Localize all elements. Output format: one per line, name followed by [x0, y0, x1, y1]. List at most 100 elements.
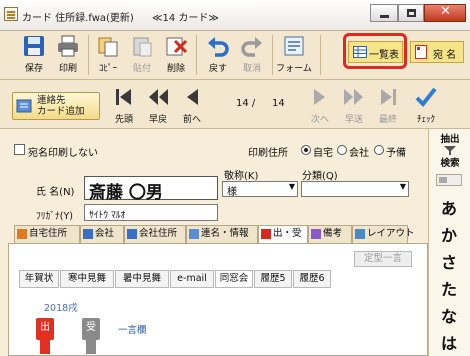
next-record-button[interactable]: 次へ [304, 84, 336, 128]
name-label: 氏 名(N) [36, 187, 75, 198]
index-kana-a[interactable]: あ [437, 195, 461, 219]
fast-back-button[interactable]: 早戻 [142, 84, 174, 128]
undo-button[interactable]: 戻す [202, 33, 234, 77]
app-icon [4, 7, 18, 21]
toolbar-separator [272, 35, 273, 75]
first-record-button[interactable]: 先頭 [108, 84, 140, 128]
redo-icon [241, 37, 262, 57]
template-message-button[interactable]: 定型一言 [354, 251, 412, 267]
index-kana-sa[interactable]: さ [437, 249, 461, 273]
skip-first-icon [116, 89, 131, 105]
index-kana-ha[interactable]: は [437, 330, 461, 354]
subtab-summer[interactable]: 暑中見舞 [115, 270, 169, 288]
message-field-label: 一言欄 [118, 325, 147, 336]
people-icon [189, 229, 199, 239]
layout-icon [355, 229, 365, 239]
year-label: 2018戌 [44, 303, 78, 314]
radio-company[interactable] [337, 145, 347, 155]
paste-button[interactable]: 貼付 [126, 33, 158, 77]
office-icon [127, 229, 137, 239]
radio-spare[interactable] [374, 145, 384, 155]
radio-home[interactable] [301, 145, 311, 155]
funnel-icon [444, 146, 456, 155]
copy-button[interactable]: ｺﾋﾟｰ [92, 33, 124, 77]
form-icon [284, 36, 304, 56]
subtab-history6[interactable]: 履歴6 [293, 270, 331, 288]
printer-icon [58, 35, 78, 57]
close-button[interactable]: ✕ [424, 4, 466, 22]
extract-button[interactable]: 抽出 検索 [434, 131, 466, 169]
play-forward-icon [314, 89, 325, 105]
maximize-button[interactable] [398, 4, 424, 22]
tab-company-address[interactable]: 会社住所 [124, 225, 186, 243]
home-icon [17, 229, 27, 239]
index-kana-na[interactable]: な [437, 303, 461, 327]
maximize-icon [407, 9, 416, 17]
radio-company-label: 会社 [349, 148, 369, 159]
toolbar-separator [320, 35, 321, 75]
add-contact-card-button[interactable]: 連絡先 カード追加 [12, 92, 100, 120]
add-contact-label: 連絡先 カード追加 [37, 95, 85, 117]
toolbar-separator [196, 35, 197, 75]
honorific-label: 敬称(K) [224, 171, 259, 182]
subtab-alumni[interactable]: 同窓会 [215, 270, 253, 288]
tab-home-address[interactable]: 自宅住所 [14, 225, 80, 243]
received-stamp-base [86, 340, 96, 354]
save-button[interactable]: 保存 [18, 33, 50, 77]
minimize-icon [380, 15, 389, 18]
index-kana-ka[interactable]: か [437, 222, 461, 246]
check-button[interactable]: ﾁｪｯｸ [410, 84, 442, 128]
category-select[interactable]: ▼ [301, 181, 409, 197]
index-kana-ta[interactable]: た [437, 276, 461, 300]
subtab-winter[interactable]: 寒中見舞 [60, 270, 114, 288]
chevron-down-icon: ▼ [288, 182, 295, 191]
record-total: 14 [272, 98, 285, 109]
window-title: カード 住所録.fwa(更新) [22, 13, 134, 24]
paste-icon [133, 37, 152, 57]
record-position: 14 / [236, 98, 256, 109]
print-button[interactable]: 印刷 [52, 33, 84, 77]
form-button[interactable]: フォーム [276, 33, 312, 77]
category-label: 分類(Q) [302, 171, 338, 182]
sent-stamp-button[interactable]: 出 [36, 318, 54, 340]
sent-stamp-base [40, 340, 50, 354]
chevron-down-icon: ▼ [399, 182, 406, 191]
last-record-button[interactable]: 最終 [372, 84, 404, 128]
print-address-label: 印刷住所 [248, 148, 288, 159]
list-view-button[interactable]: 一覧表 [348, 41, 403, 63]
delete-button[interactable]: 削除 [160, 33, 192, 77]
prev-record-button[interactable]: 前へ [176, 84, 208, 128]
name-input[interactable]: 斎藤 〇男 [84, 176, 218, 203]
address-label-button[interactable]: 宛 名 [410, 41, 464, 63]
no-print-label: 宛名印刷しない [28, 148, 98, 159]
search-toggle[interactable] [436, 174, 462, 186]
subtab-email[interactable]: e-mail [170, 270, 214, 288]
title-bar: カード 住所録.fwa(更新) ≪14 カード≫ ✕ [0, 0, 470, 31]
building-icon [83, 229, 93, 239]
no-print-checkbox[interactable] [14, 144, 25, 155]
tab-company[interactable]: 会社 [80, 225, 124, 243]
close-icon: ✕ [440, 4, 451, 19]
fast-forward-button[interactable]: 早送 [338, 84, 370, 128]
tab-sent-received[interactable]: 出・受 [258, 225, 308, 243]
tab-notes[interactable]: 備考 [308, 225, 352, 243]
radio-home-label: 自宅 [313, 148, 333, 159]
notes-icon [311, 229, 321, 239]
radio-spare-label: 予備 [386, 148, 406, 159]
furigana-input[interactable]: ｻｲﾄｳ ﾏﾙｵ [84, 204, 218, 221]
honorific-select[interactable]: 様 ▼ [222, 181, 298, 198]
delete-icon [166, 37, 187, 56]
cancel-button[interactable]: 取消 [236, 33, 268, 77]
tab-joint-info[interactable]: 連名・情報 [186, 225, 258, 243]
tab-layout[interactable]: レイアウト [352, 225, 415, 243]
rewind-icon [149, 89, 168, 105]
play-back-icon [187, 89, 198, 105]
minimize-button[interactable] [370, 4, 398, 22]
checkmark-icon [415, 87, 437, 107]
envelope-icon [415, 45, 427, 59]
received-stamp-button[interactable]: 受 [82, 318, 100, 340]
subtab-new-year[interactable]: 年賀状 [19, 270, 59, 288]
undo-icon [208, 37, 229, 57]
floppy-icon [24, 36, 44, 56]
subtab-history5[interactable]: 履歴5 [254, 270, 292, 288]
